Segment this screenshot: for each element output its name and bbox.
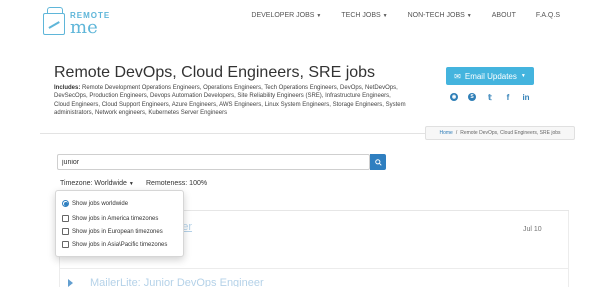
nav-tech-jobs[interactable]: TECH JOBS ▼ <box>341 12 387 19</box>
tz-option-america[interactable]: Show jobs in America timezones <box>62 215 158 222</box>
breadcrumb-current: Remote DevOps, Cloud Engineers, SRE jobs <box>460 130 561 136</box>
breadcrumb-home-link[interactable]: Home <box>439 130 452 136</box>
includes-text: Remote Development Operations Engineers,… <box>54 85 406 116</box>
facebook-icon[interactable]: f <box>504 93 512 102</box>
checkbox-icon[interactable] <box>62 215 69 222</box>
nav-label: TECH JOBS <box>341 12 381 19</box>
nav-about[interactable]: ABOUT <box>492 12 516 19</box>
breadcrumb: Home / Remote DevOps, Cloud Engineers, S… <box>425 126 575 140</box>
search-button[interactable] <box>370 154 386 170</box>
tz-option-europe[interactable]: Show jobs in European timezones <box>62 228 163 235</box>
nav-label: NON-TECH JOBS <box>407 12 465 19</box>
tz-option-label: Show jobs in Asia\Pacific timezones <box>72 241 168 248</box>
radio-checked-icon[interactable] <box>62 200 69 207</box>
nav-label: ABOUT <box>491 12 516 19</box>
tz-option-worldwide[interactable]: Show jobs worldwide <box>62 200 128 207</box>
search-icon <box>374 158 382 166</box>
search-input[interactable] <box>57 154 370 170</box>
includes-description: Includes: Remote Development Operations … <box>54 84 406 117</box>
tz-option-label: Show jobs in America timezones <box>72 215 159 222</box>
tz-option-label: Show jobs worldwide <box>72 200 129 207</box>
caret-down-icon: ▼ <box>316 12 322 19</box>
timezone-filter[interactable]: Timezone: Worldwide ▼ <box>60 180 134 187</box>
email-updates-button[interactable]: ✉ Email Updates ▼ <box>446 67 534 85</box>
caret-down-icon: ▼ <box>520 73 526 79</box>
timezone-dropdown-menu: Show jobs worldwide Show jobs in America… <box>55 190 184 257</box>
checkbox-icon[interactable] <box>62 241 69 248</box>
nav-label: DEVELOPER JOBS <box>251 12 315 19</box>
logo-mark-icon <box>43 7 65 35</box>
rss-icon[interactable]: ◉ <box>450 93 458 101</box>
timezone-filter-label: Timezone: Worldwide <box>60 180 127 187</box>
linkedin-icon[interactable]: in <box>522 93 530 102</box>
skype-icon[interactable]: S <box>468 93 476 101</box>
email-updates-label: Email Updates <box>464 71 517 81</box>
breadcrumb-separator: / <box>455 130 458 136</box>
main-nav: DEVELOPER JOBS ▼ TECH JOBS ▼ NON-TECH JOBS… <box>251 12 560 19</box>
nav-developer-jobs[interactable]: DEVELOPER JOBS ▼ <box>251 12 321 19</box>
nav-faqs[interactable]: F.A.Q.S <box>536 12 560 19</box>
nav-label: F.A.Q.S <box>535 12 560 19</box>
envelope-icon: ✉ <box>454 71 461 81</box>
nav-non-tech-jobs[interactable]: NON-TECH JOBS ▼ <box>408 12 472 19</box>
logo-text-me: me <box>70 17 98 38</box>
social-links: ◉ S 𝕥 f in <box>450 93 530 102</box>
caret-down-icon: ▼ <box>128 180 134 187</box>
caret-down-icon: ▼ <box>382 12 388 19</box>
tz-option-label: Show jobs in European timezones <box>72 228 163 235</box>
caret-down-icon: ▼ <box>466 12 472 19</box>
includes-label: Includes: <box>54 85 81 91</box>
page-title: Remote DevOps, Cloud Engineers, SRE jobs <box>54 64 376 81</box>
remoteme-logo[interactable]: REMOTE me <box>43 7 113 38</box>
tz-option-asia-pacific[interactable]: Show jobs in Asia\Pacific timezones <box>62 241 167 248</box>
remoteness-filter[interactable]: Remoteness: 100% <box>146 180 207 187</box>
twitter-icon[interactable]: 𝕥 <box>486 93 494 102</box>
checkbox-icon[interactable] <box>62 228 69 235</box>
